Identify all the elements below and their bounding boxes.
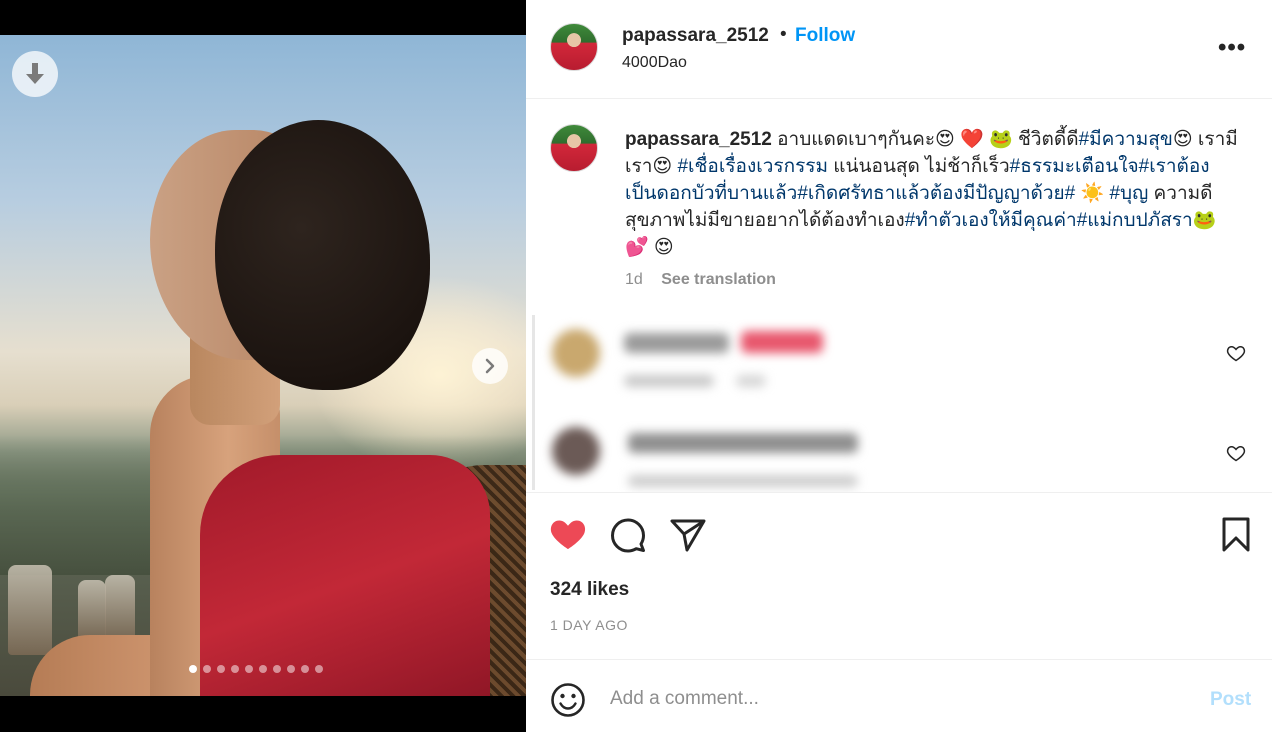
blurred-comment-reply [736, 375, 766, 387]
download-arrow-icon [26, 63, 44, 84]
download-button[interactable] [12, 51, 58, 97]
comments-section: papassara_2512 อาบแดดเบาๆกันคะ😍 ❤️ 🐸 ชีว… [526, 100, 1272, 492]
carousel-dot [315, 665, 323, 673]
post-location[interactable]: 4000Dao [622, 54, 687, 72]
hashtag-link[interactable]: #เชื่อเรื่องเวรกรรม [677, 156, 828, 177]
post-actions: 324 likes 1 DAY AGO [526, 492, 1272, 659]
hashtag-link[interactable]: #ทำตัวเองให้มีคุณค่า [905, 210, 1077, 231]
hashtag-link[interactable]: #เกิดศรัทธาแล้วต้องมีปัญญาด้วย [797, 183, 1064, 204]
author-username[interactable]: papassara_2512 [622, 25, 769, 47]
paper-plane-icon[interactable] [668, 514, 708, 554]
caption-meta: 1d See translation [625, 271, 776, 289]
carousel-dot [217, 665, 225, 673]
hashtag-link[interactable]: #มีความสุข [1079, 129, 1173, 150]
commenter-avatar[interactable] [552, 329, 600, 377]
author-avatar[interactable] [550, 23, 598, 71]
comment-thread-bar [532, 315, 535, 490]
person-hair [215, 120, 430, 390]
caption-text-segment: ☀️ [1075, 183, 1110, 204]
caption-age[interactable]: 1d [625, 271, 643, 288]
comment-item [536, 415, 1256, 492]
header-separator: • [780, 24, 787, 45]
salt-shaker [78, 580, 106, 640]
heart-filled-icon[interactable] [548, 514, 588, 554]
glass-jar [8, 565, 52, 655]
next-slide-button[interactable] [472, 348, 508, 384]
blurred-comment-meta [628, 475, 858, 487]
carousel-dot [189, 665, 197, 673]
hashtag-link[interactable]: #แม่กบปภัสรา [1077, 210, 1193, 231]
carousel-dot [203, 665, 211, 673]
likes-count[interactable]: 324 likes [550, 579, 629, 601]
blurred-comment-text [628, 433, 858, 453]
pepper-shaker [105, 575, 135, 640]
commenter-avatar[interactable] [552, 427, 600, 475]
carousel-dot [301, 665, 309, 673]
blurred-comment-username [624, 333, 729, 353]
caption-username[interactable]: papassara_2512 [625, 129, 772, 150]
carousel-dot [231, 665, 239, 673]
caption-text-segment: 😍 [1172, 129, 1198, 150]
caption-text-segment: 😍 [652, 156, 678, 177]
comment-input[interactable] [610, 682, 1170, 716]
carousel-indicator [189, 665, 323, 673]
comment-composer: Post [526, 659, 1272, 732]
red-dress [200, 455, 490, 696]
more-horizontal-icon: ••• [1218, 34, 1247, 61]
hashtag-link[interactable]: #ธรรมะเตือนใจ [1010, 156, 1139, 177]
smiley-face-icon[interactable] [550, 682, 586, 718]
post-media [0, 0, 526, 732]
hashtag-link[interactable]: # [1065, 183, 1076, 204]
carousel-dot [245, 665, 253, 673]
post-comment-button[interactable]: Post [1210, 689, 1251, 711]
chevron-right-icon [485, 358, 495, 374]
more-options-button[interactable]: ••• [1218, 34, 1246, 62]
comment-item [536, 315, 1256, 405]
post-caption: papassara_2512 อาบแดดเบาๆกันคะ😍 ❤️ 🐸 ชีว… [625, 126, 1240, 261]
see-translation-button[interactable]: See translation [661, 271, 776, 288]
caption-author-avatar[interactable] [550, 124, 598, 172]
post-photo[interactable] [0, 35, 526, 696]
follow-button[interactable]: Follow [795, 25, 855, 47]
post-date[interactable]: 1 DAY AGO [550, 617, 628, 633]
post-details-panel: papassara_2512 • Follow 4000Dao ••• papa… [526, 0, 1272, 732]
carousel-dot [273, 665, 281, 673]
bookmark-icon[interactable] [1216, 514, 1256, 554]
comment-like-icon[interactable] [1226, 343, 1246, 363]
blurred-comment-emoji [741, 331, 823, 353]
blurred-comment-meta [624, 375, 714, 387]
caption-text-segment: อาบแดดเบาๆกันคะ😍 ❤️ 🐸 ชีวิตดี้ดี [771, 129, 1079, 150]
caption-text-segment: แน่นอนสุด ไม่ช้าก็เร็ว [828, 156, 1010, 177]
hashtag-link[interactable]: #บุญ [1109, 183, 1148, 204]
carousel-dot [287, 665, 295, 673]
carousel-dot [259, 665, 267, 673]
comment-like-icon[interactable] [1226, 443, 1246, 463]
post-header: papassara_2512 • Follow 4000Dao ••• [526, 0, 1272, 99]
comment-bubble-icon[interactable] [608, 514, 648, 554]
